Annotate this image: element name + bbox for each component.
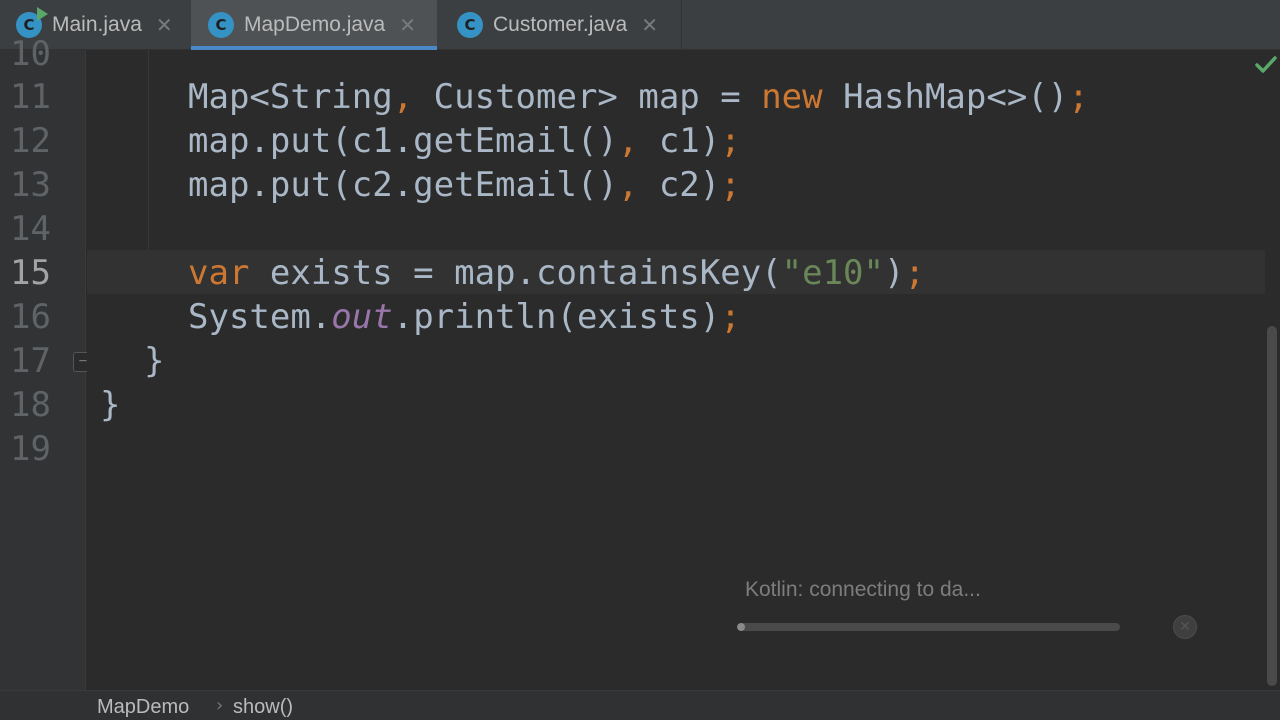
progress-fill (737, 623, 745, 631)
tab-customer-java[interactable]: C Customer.java ✕ (438, 0, 682, 50)
line-number: 14 (10, 209, 51, 249)
cancel-task-button[interactable]: ✕ (1173, 615, 1197, 639)
line-number-current: 15 (10, 253, 51, 293)
code-line-15: var exists = map.containsKey("e10"); (188, 253, 925, 293)
java-class-icon: C (208, 12, 234, 38)
line-number: 16 (10, 297, 51, 337)
line-number: 13 (10, 165, 51, 205)
close-icon[interactable]: ✕ (156, 13, 173, 37)
editor-tab-bar: C Main.java ✕ C MapDemo.java ✕ C Custome… (0, 0, 1280, 50)
line-number: 17 (10, 341, 51, 381)
line-number: 18 (10, 385, 51, 425)
tab-label: Customer.java (493, 13, 628, 36)
breadcrumb-method[interactable]: show() (233, 696, 293, 719)
code-line-16: System.out.println(exists); (188, 297, 741, 337)
tab-mapdemo-java[interactable]: C MapDemo.java ✕ (191, 0, 437, 50)
inspection-ok-check-icon[interactable] (1254, 54, 1278, 76)
code-line-17: } (144, 341, 165, 381)
line-number: 10 (10, 34, 51, 74)
line-number: 12 (10, 121, 51, 161)
code-editor[interactable]: Map<String, Customer> map = new HashMap<… (87, 50, 1265, 690)
code-line-13: map.put(c2.getEmail(), c2); (188, 165, 741, 205)
code-line-18: } (100, 385, 121, 425)
java-class-icon: C (457, 12, 483, 38)
breadcrumb-class[interactable]: MapDemo (97, 696, 189, 719)
close-icon[interactable]: ✕ (641, 13, 658, 37)
line-number-gutter[interactable]: 10 11 12 13 14 15 16 17 18 19 − (0, 34, 93, 690)
tab-label: Main.java (52, 13, 142, 36)
tab-label: MapDemo.java (244, 13, 386, 36)
background-task-text: Kotlin: connecting to da... (745, 578, 981, 601)
line-number: 19 (10, 429, 51, 469)
code-line-11: Map<String, Customer> map = new HashMap<… (188, 77, 1089, 117)
breadcrumb-separator: › (216, 695, 224, 716)
background-task-progress (737, 623, 1120, 631)
close-icon[interactable]: ✕ (399, 13, 416, 37)
code-line-12: map.put(c1.getEmail(), c1); (188, 121, 741, 161)
line-number: 11 (10, 77, 51, 117)
indent-guide (148, 50, 149, 250)
vertical-scrollbar[interactable] (1267, 326, 1277, 686)
breadcrumb: MapDemo › show() (0, 690, 1280, 720)
